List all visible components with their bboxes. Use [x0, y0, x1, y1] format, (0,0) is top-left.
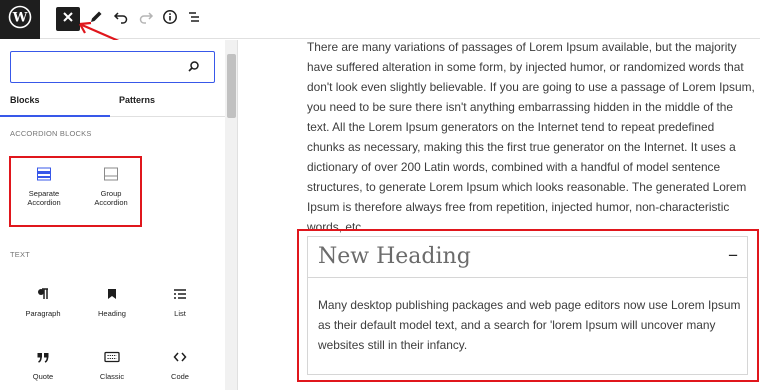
block-code[interactable]: Code — [151, 346, 209, 381]
block-label: Heading — [98, 309, 126, 318]
redo-icon — [138, 9, 154, 30]
inserter-tabs: Blocks Patterns — [0, 87, 225, 117]
section-title-text: TEXT — [10, 250, 30, 259]
list-view-icon — [186, 9, 202, 30]
svg-text:W: W — [12, 11, 28, 26]
block-list[interactable]: List — [151, 283, 209, 318]
keyboard-icon — [83, 346, 141, 368]
paragraph-block[interactable]: There are many variations of passages of… — [307, 40, 755, 237]
section-title-accordion: ACCORDION BLOCKS — [10, 129, 92, 138]
paragraph-icon — [14, 283, 72, 305]
tab-blocks[interactable]: Blocks — [10, 95, 40, 105]
active-tab-indicator — [0, 115, 110, 117]
close-icon — [62, 10, 74, 28]
block-label: Paragraph — [25, 309, 61, 318]
wordpress-logo-button[interactable]: W — [0, 0, 40, 39]
quote-icon — [14, 346, 72, 368]
sidebar-scroll-thumb[interactable] — [227, 54, 236, 118]
block-heading[interactable]: Heading — [83, 283, 141, 318]
highlight-box-accordion — [297, 229, 759, 382]
block-label: Quote — [32, 372, 54, 381]
block-paragraph[interactable]: Paragraph — [14, 283, 72, 318]
code-icon — [151, 346, 209, 368]
heading-icon — [83, 283, 141, 305]
search-icon — [187, 60, 200, 78]
block-classic[interactable]: Classic — [83, 346, 141, 381]
block-search-input[interactable] — [10, 51, 215, 83]
details-button[interactable] — [158, 7, 182, 31]
block-quote[interactable]: Quote — [14, 346, 72, 381]
editor-toolbar: W — [0, 0, 760, 44]
wordpress-logo-icon: W — [8, 5, 32, 34]
tab-patterns[interactable]: Patterns — [119, 95, 155, 105]
highlight-box-blocks — [9, 156, 142, 227]
redo-button[interactable] — [134, 7, 158, 31]
block-label: Classic — [99, 372, 125, 381]
block-label: List — [174, 309, 186, 318]
list-icon — [151, 283, 209, 305]
block-label: Code — [171, 372, 189, 381]
list-view-button[interactable] — [182, 7, 206, 31]
info-icon — [162, 9, 178, 30]
block-inserter-panel: Blocks Patterns ACCORDION BLOCKS Separat… — [0, 40, 238, 390]
